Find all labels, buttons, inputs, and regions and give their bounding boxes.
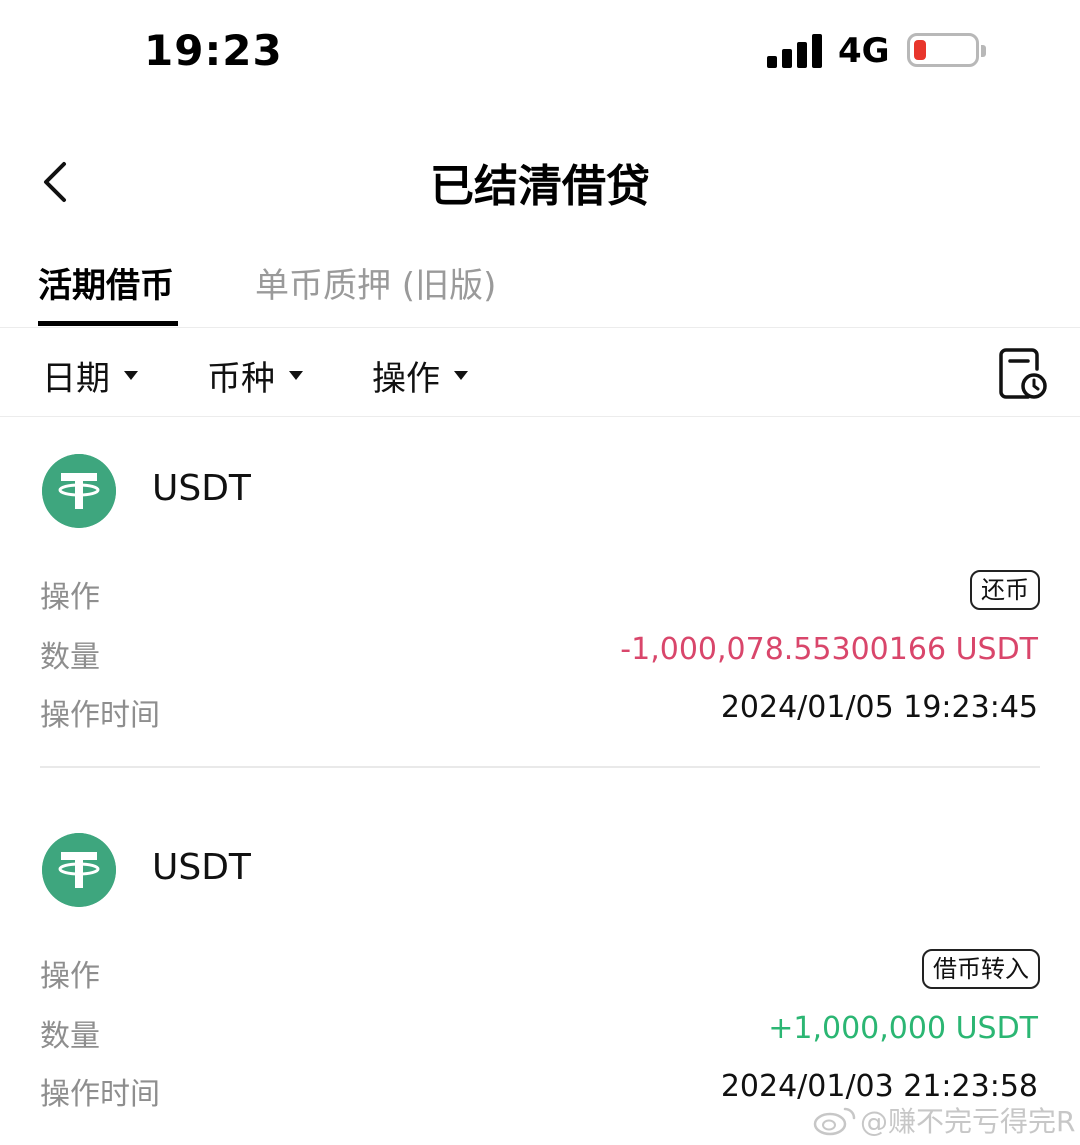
coin-name: USDT [152, 847, 251, 888]
status-bar: 19:23 4G [0, 0, 1080, 100]
caret-down-icon [454, 371, 468, 380]
filter-date[interactable]: 日期 [42, 351, 138, 400]
filter-bar: 日期 币种 操作 [0, 329, 1080, 417]
nav-header: 已结清借贷 [0, 130, 1080, 230]
loan-record: USDT 操作 借币转入 数量 +1,000,000 USDT 操作时间 202… [0, 797, 1080, 1127]
action-tag: 还币 [970, 570, 1040, 610]
amount-value: -1,000,078.55300166 USDT [620, 632, 1038, 667]
amount-value: +1,000,000 USDT [768, 1011, 1038, 1046]
page-title: 已结清借贷 [430, 161, 650, 212]
watermark-text: @赚不完亏得完R [860, 1105, 1076, 1138]
weibo-logo-icon [813, 1107, 856, 1136]
battery-icon [907, 33, 986, 67]
action-label: 操作 [40, 580, 100, 615]
active-tab-indicator [38, 321, 178, 326]
status-time: 19:23 [144, 26, 283, 75]
caret-down-icon [124, 371, 138, 380]
amount-label: 数量 [40, 1019, 100, 1054]
filter-date-label: 日期 [42, 359, 110, 399]
signal-icon [767, 34, 823, 68]
time-label: 操作时间 [40, 1077, 160, 1112]
usdt-logo-icon [42, 833, 116, 907]
tab-flexible-loan[interactable]: 活期借币 [38, 258, 174, 307]
filter-action-label: 操作 [372, 359, 440, 399]
history-record-icon[interactable] [998, 347, 1048, 401]
filter-action[interactable]: 操作 [372, 351, 468, 400]
network-type: 4G [838, 31, 890, 71]
tab-bar: 活期借币 单币质押 (旧版) [0, 248, 1080, 328]
time-label: 操作时间 [40, 698, 160, 733]
filter-currency[interactable]: 币种 [207, 351, 303, 400]
loan-record: USDT 操作 还币 数量 -1,000,078.55300166 USDT 操… [0, 418, 1080, 770]
watermark: @赚不完亏得完R [812, 1100, 1075, 1140]
usdt-logo-icon [42, 454, 116, 528]
coin-name: USDT [152, 468, 251, 509]
caret-down-icon [289, 371, 303, 380]
filter-currency-label: 币种 [207, 359, 275, 399]
tab-single-coin-pledge[interactable]: 单币质押 (旧版) [255, 258, 496, 307]
action-label: 操作 [40, 959, 100, 994]
time-value: 2024/01/03 21:23:58 [720, 1069, 1038, 1104]
amount-label: 数量 [40, 640, 100, 675]
divider [40, 766, 1040, 768]
time-value: 2024/01/05 19:23:45 [720, 690, 1038, 725]
action-tag: 借币转入 [922, 949, 1040, 989]
